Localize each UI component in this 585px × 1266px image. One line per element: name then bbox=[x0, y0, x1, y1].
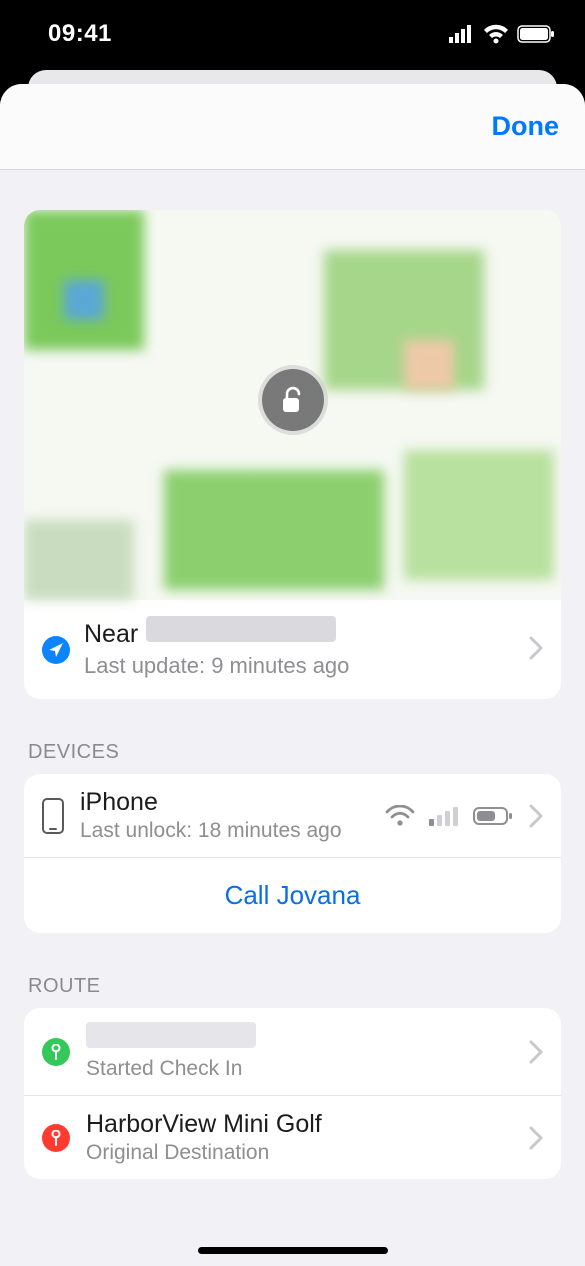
unlock-icon bbox=[280, 386, 306, 414]
start-pin-icon bbox=[42, 1038, 70, 1066]
route-dest-title: HarborView Mini Golf bbox=[86, 1110, 513, 1139]
route-card: Started Check In HarborView Mini Golf Or… bbox=[24, 1008, 561, 1179]
chevron-right-icon bbox=[529, 636, 543, 660]
location-near-label: Near bbox=[84, 620, 138, 649]
route-start-title-redacted bbox=[86, 1022, 256, 1048]
wifi-icon bbox=[483, 24, 509, 44]
home-indicator[interactable] bbox=[198, 1247, 388, 1254]
chevron-right-icon bbox=[529, 1040, 543, 1064]
map-preview[interactable] bbox=[24, 210, 561, 600]
route-dest-sub: Original Destination bbox=[86, 1141, 513, 1165]
location-name-redacted bbox=[146, 616, 336, 642]
location-row[interactable]: Near Last update: 9 minutes ago bbox=[24, 600, 561, 699]
route-start-row[interactable]: Started Check In bbox=[24, 1008, 561, 1095]
status-bar: 09:41 bbox=[0, 0, 585, 68]
location-card: Near Last update: 9 minutes ago bbox=[24, 210, 561, 699]
devices-header: DEVICES bbox=[28, 741, 557, 764]
status-time: 09:41 bbox=[48, 20, 112, 48]
cellular-icon bbox=[449, 25, 475, 43]
device-name: iPhone bbox=[80, 788, 369, 817]
route-header: ROUTE bbox=[28, 975, 557, 998]
navbar: Done bbox=[0, 84, 585, 170]
route-start-sub: Started Check In bbox=[86, 1057, 513, 1081]
location-last-update: Last update: 9 minutes ago bbox=[84, 653, 515, 679]
status-icons bbox=[449, 24, 555, 44]
route-dest-row[interactable]: HarborView Mini Golf Original Destinatio… bbox=[24, 1095, 561, 1179]
battery-icon bbox=[517, 25, 555, 43]
battery-mini-icon bbox=[473, 806, 513, 826]
location-arrow-icon bbox=[42, 636, 70, 664]
wifi-mini-icon bbox=[385, 805, 415, 827]
devices-card: iPhone Last unlock: 18 minutes ago Call … bbox=[24, 774, 561, 933]
iphone-icon bbox=[42, 798, 64, 834]
device-last-unlock: Last unlock: 18 minutes ago bbox=[80, 819, 369, 843]
cellular-mini-icon bbox=[429, 806, 459, 826]
map-pin bbox=[262, 369, 324, 431]
call-link[interactable]: Call Jovana bbox=[225, 880, 361, 910]
device-row[interactable]: iPhone Last unlock: 18 minutes ago bbox=[24, 774, 561, 857]
dest-pin-icon bbox=[42, 1124, 70, 1152]
chevron-right-icon bbox=[529, 804, 543, 828]
call-row[interactable]: Call Jovana bbox=[24, 857, 561, 933]
device-status-icons bbox=[385, 805, 513, 827]
done-button[interactable]: Done bbox=[492, 111, 560, 142]
modal-sheet: Done bbox=[0, 84, 585, 1266]
chevron-right-icon bbox=[529, 1126, 543, 1150]
